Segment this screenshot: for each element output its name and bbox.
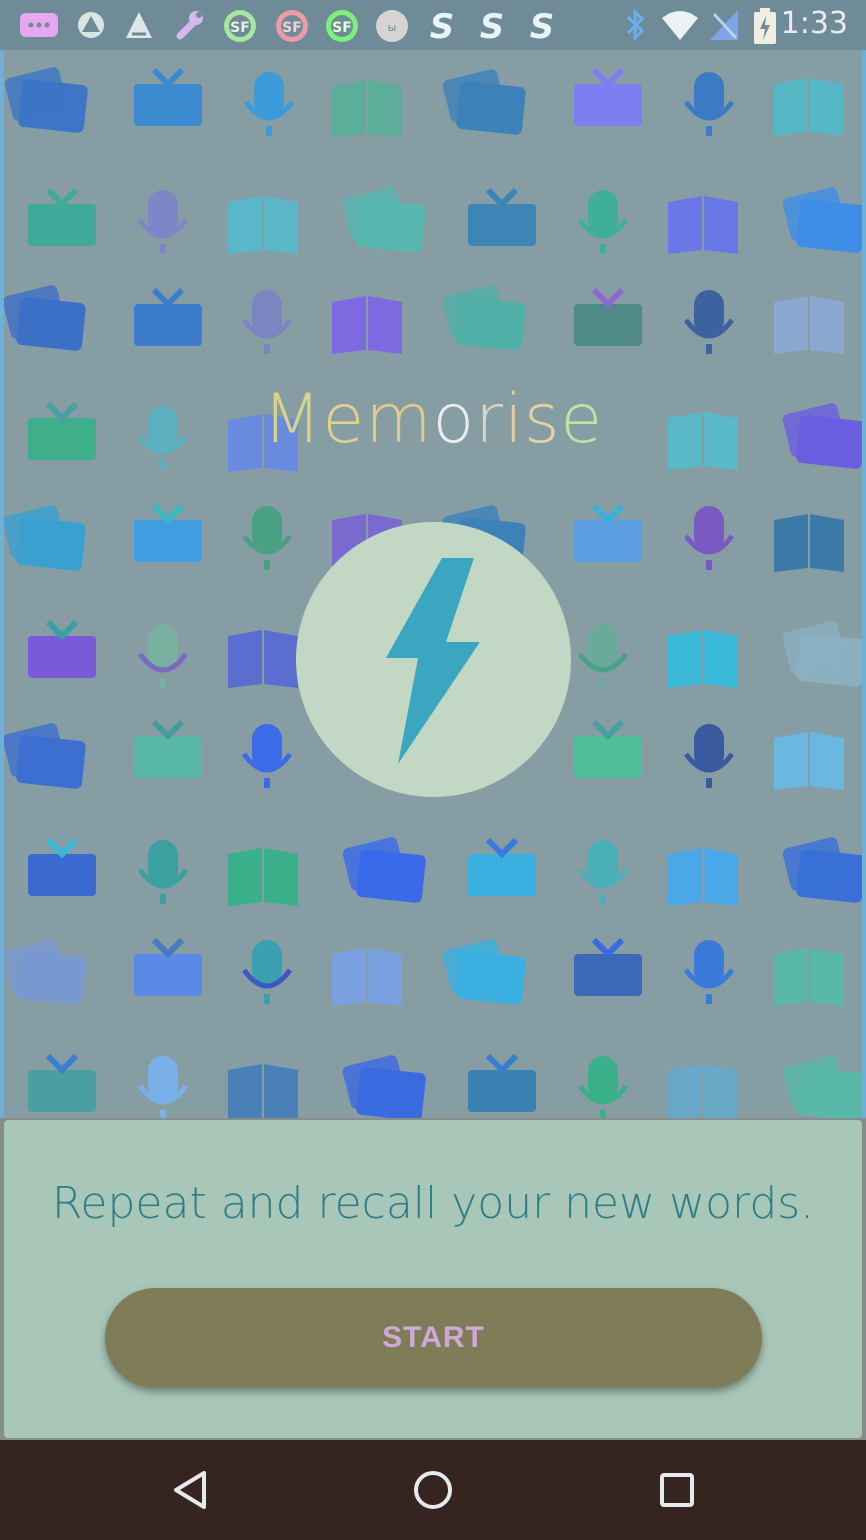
home-icon[interactable] [408,1465,458,1515]
sf-icon: SF [224,10,256,42]
svg-text:ы: ы [388,21,397,34]
wifi-icon [662,11,698,40]
svg-text:SF: SF [332,20,352,36]
app-icon [78,12,104,38]
lightning-bolt-icon [386,558,480,764]
s-icon: S [530,8,555,44]
app-icon [126,12,152,38]
memorise-mode-badge [296,522,571,797]
sf-icon: SF [276,10,308,42]
messages-icon [20,13,58,37]
svg-text:SF: SF [282,20,302,36]
sf-icon: SF [326,10,358,42]
tagline: Repeat and recall your new words. [51,1178,815,1229]
s-icon: S [430,8,455,44]
battery-charging-icon [754,8,776,44]
start-button-label: START [382,1321,485,1354]
bottom-panel [4,1120,862,1438]
svg-text:S: S [430,8,455,44]
status-clock: 1:33 [780,6,848,41]
back-icon[interactable] [168,1465,218,1515]
svg-text:S: S [530,8,555,44]
app-title: Memorise [262,380,604,459]
recent-apps-icon[interactable] [652,1465,702,1515]
app-icon: ы [376,10,408,42]
s-icon: S [480,8,505,44]
start-button[interactable]: START [105,1288,762,1388]
wrench-icon [176,11,203,40]
navigation-bar [0,1440,866,1540]
svg-text:SF: SF [230,20,250,36]
bluetooth-icon [626,8,645,42]
no-signal-icon [710,10,738,40]
svg-text:S: S [480,8,505,44]
status-bar: SF SF SF ы S S S 1:33 [0,0,866,50]
